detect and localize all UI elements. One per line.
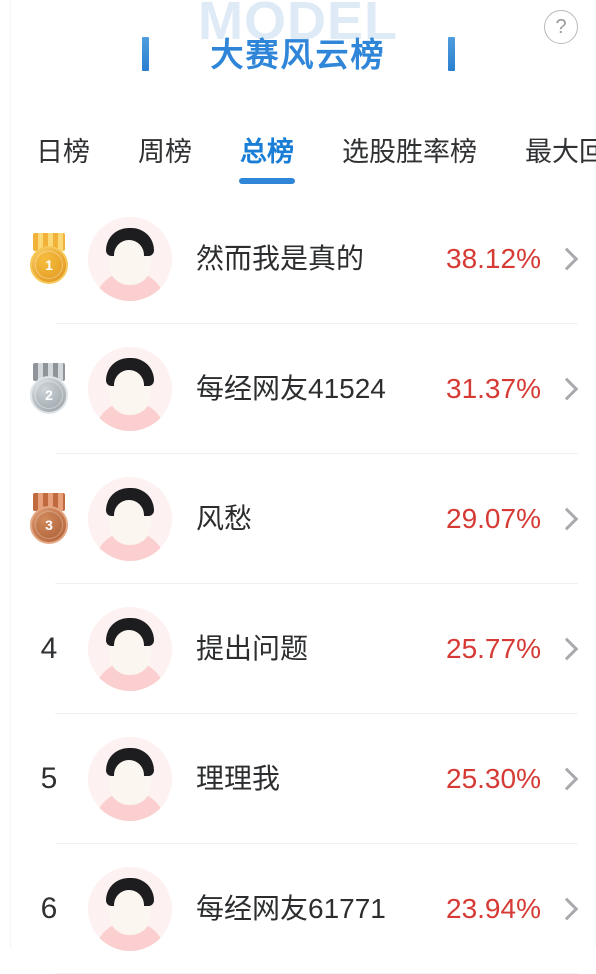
- medal-disc-icon: 3: [30, 506, 68, 544]
- avatar: [88, 347, 172, 431]
- help-icon[interactable]: ?: [544, 10, 578, 44]
- medal-rank-number: 2: [35, 381, 63, 409]
- rank-cell: 4: [20, 634, 78, 664]
- medal-disc-icon: 2: [30, 376, 68, 414]
- medal-disc-icon: 1: [30, 246, 68, 284]
- medal-rank-number: 1: [35, 251, 63, 279]
- user-name: 然而我是真的: [196, 242, 365, 274]
- return-percent: 25.77%: [446, 633, 541, 664]
- rank-cell: 6: [20, 894, 78, 924]
- avatar: [88, 607, 172, 691]
- return-percent: 38.12%: [446, 243, 541, 274]
- tab-3[interactable]: 选股胜率榜: [342, 138, 477, 168]
- user-name: 理理我: [196, 762, 281, 794]
- ranking-row[interactable]: 5 理理我 25.30%: [0, 714, 596, 844]
- return-percent: 25.30%: [446, 763, 541, 794]
- avatar-hair: [106, 488, 154, 516]
- ranking-list: 1 然而我是真的 38.12% 2 每经网友41524 31.37% 3 风愁 29.07% 4 提…: [0, 194, 596, 974]
- ranking-row[interactable]: 2 每经网友41524 31.37%: [0, 324, 596, 454]
- rank-number: 4: [40, 632, 58, 665]
- return-percent: 29.07%: [446, 503, 541, 534]
- avatar: [88, 477, 172, 561]
- title-right-bar-icon: [447, 37, 455, 71]
- medal-rank-number: 3: [35, 511, 63, 539]
- return-percent: 23.94%: [446, 893, 541, 924]
- silver-medal-icon: 2: [27, 363, 71, 415]
- chevron-right-icon[interactable]: [557, 244, 575, 274]
- rank-number: 5: [40, 762, 58, 795]
- ranking-row[interactable]: 1 然而我是真的 38.12%: [0, 194, 596, 324]
- avatar: [88, 737, 172, 821]
- avatar: [88, 217, 172, 301]
- ranking-row[interactable]: 3 风愁 29.07%: [0, 454, 596, 584]
- rank-cell: 1: [20, 233, 78, 285]
- chevron-right-icon[interactable]: [557, 374, 575, 404]
- avatar-hair: [106, 358, 154, 386]
- avatar-hair: [106, 748, 154, 776]
- help-icon-glyph: ?: [555, 16, 567, 38]
- page-title-text: 大赛风云榜: [210, 35, 386, 73]
- user-name: 提出问题: [196, 632, 309, 664]
- avatar: [88, 867, 172, 951]
- chevron-right-icon[interactable]: [557, 894, 575, 924]
- page-header: MODEL 大赛风云榜 ?: [0, 0, 596, 122]
- rank-cell: 5: [20, 764, 78, 794]
- user-name: 每经网友61771: [196, 892, 386, 924]
- rank-cell: 2: [20, 363, 78, 415]
- return-percent: 31.37%: [446, 373, 541, 404]
- rank-number: 6: [40, 892, 58, 925]
- title-left-bar-icon: [141, 37, 149, 71]
- tab-4[interactable]: 最大回: [525, 138, 596, 168]
- tab-bar[interactable]: 日榜 周榜 总榜 选股胜率榜 最大回: [0, 122, 596, 184]
- avatar-hair: [106, 878, 154, 906]
- chevron-right-icon[interactable]: [557, 504, 575, 534]
- chevron-right-icon[interactable]: [557, 764, 575, 794]
- avatar-hair: [106, 618, 154, 646]
- chevron-right-icon[interactable]: [557, 634, 575, 664]
- rank-cell: 3: [20, 493, 78, 545]
- ranking-row[interactable]: 6 每经网友61771 23.94%: [0, 844, 596, 974]
- page-title: 大赛风云榜: [0, 37, 596, 71]
- bronze-medal-icon: 3: [27, 493, 71, 545]
- user-name: 每经网友41524: [196, 372, 386, 404]
- ranking-row[interactable]: 4 提出问题 25.77%: [0, 584, 596, 714]
- gold-medal-icon: 1: [27, 233, 71, 285]
- tab-2[interactable]: 总榜: [240, 138, 294, 168]
- user-name: 风愁: [196, 502, 253, 534]
- leaderboard-page: MODEL 大赛风云榜 ? 日榜 周榜 总榜 选股胜率榜 最大回 1 然而我是真的 38.1…: [0, 0, 596, 974]
- tab-0[interactable]: 日榜: [36, 138, 90, 168]
- avatar-hair: [106, 228, 154, 256]
- tab-1[interactable]: 周榜: [138, 138, 192, 168]
